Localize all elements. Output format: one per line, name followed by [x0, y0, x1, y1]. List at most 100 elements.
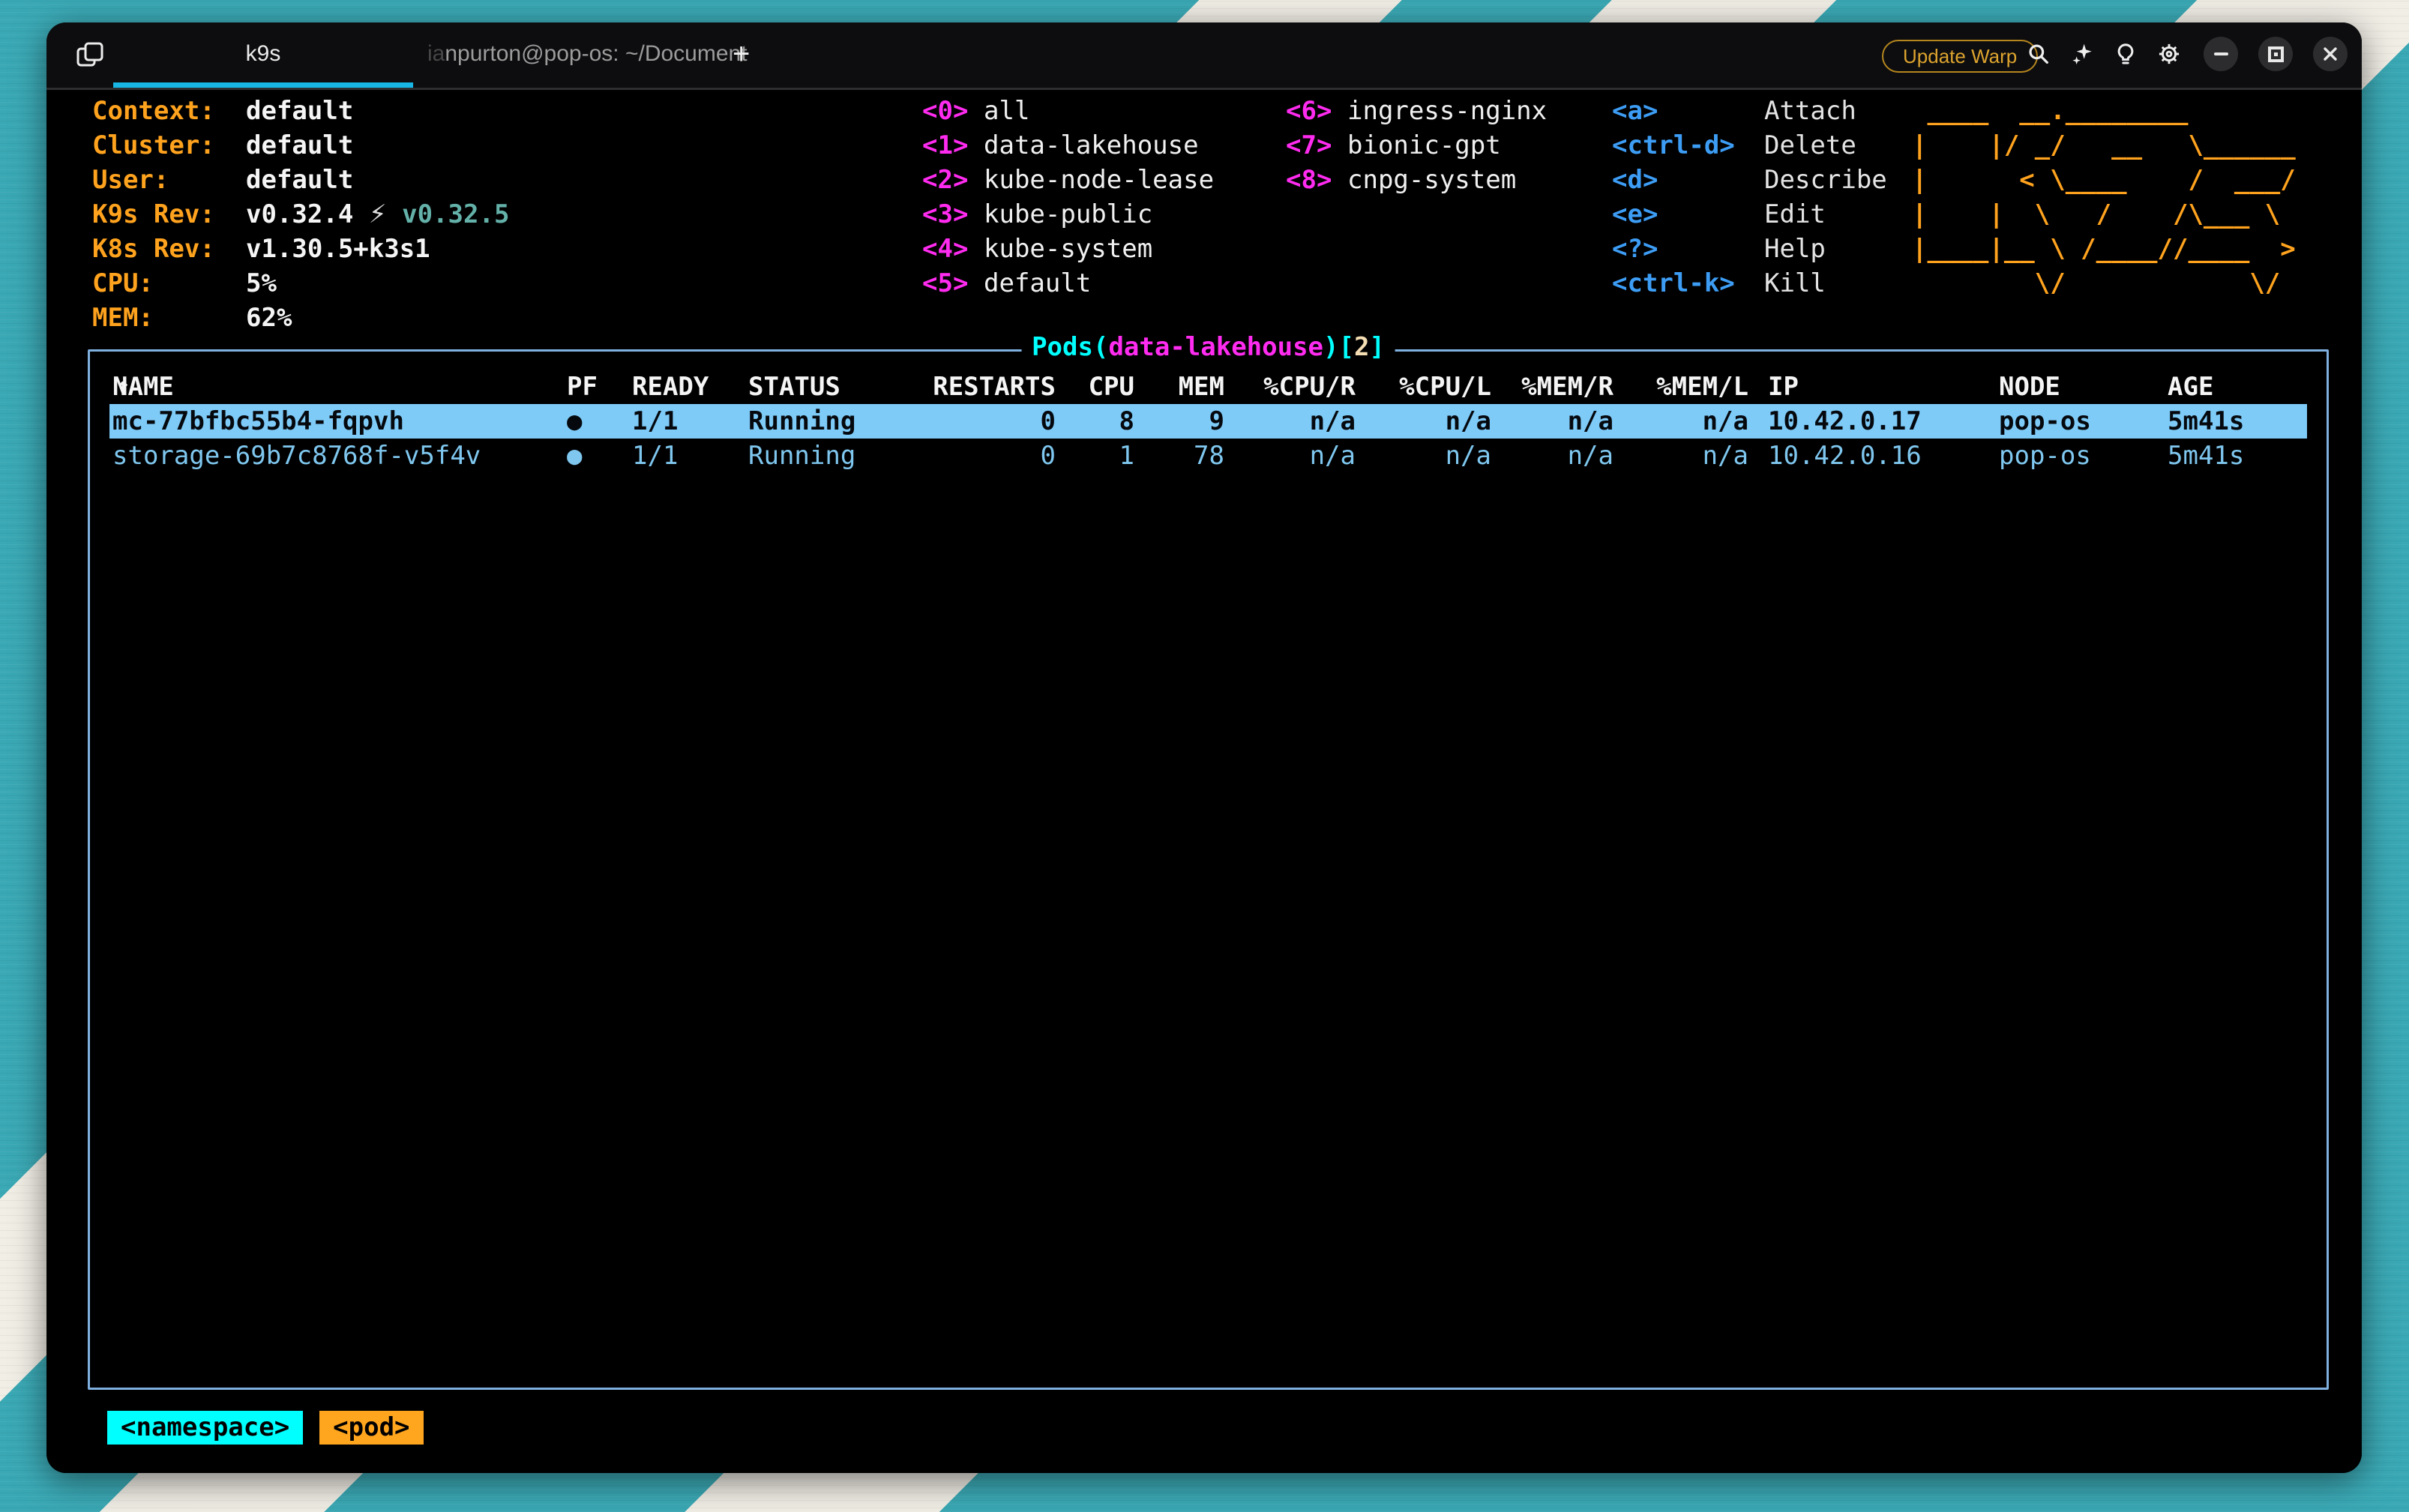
table-header-row: NAME↑ PF READY STATUS RESTARTS CPU MEM %…	[90, 370, 2327, 404]
col-status[interactable]: STATUS	[748, 370, 840, 404]
k9s-version-current: v0.32.4	[246, 199, 353, 229]
ns-name: bionic-gpt	[1347, 130, 1501, 160]
pod-status: Running	[748, 404, 855, 439]
col-restarts[interactable]: RESTARTS	[933, 370, 1056, 404]
ns-key: <7>	[1286, 128, 1347, 163]
pod-ip: 10.42.0.16	[1768, 439, 1922, 473]
pod-node: pop-os	[1999, 404, 2091, 439]
info-value: default	[246, 96, 353, 126]
pods-table: NAME↑ PF READY STATUS RESTARTS CPU MEM %…	[90, 352, 2327, 1388]
info-label: Context:	[92, 94, 246, 128]
cluster-info: Context:default Cluster:default User:def…	[92, 94, 509, 335]
info-value: v1.30.5+k3s1	[246, 234, 430, 264]
ns-name: kube-node-lease	[984, 165, 1214, 195]
ns-key: <2>	[922, 163, 984, 197]
sparkles-ai-icon[interactable]	[2069, 41, 2095, 67]
crumb-namespace: <namespace>	[107, 1411, 303, 1445]
table-row-selected[interactable]: mc-77bfbc55b4-fqpvh ● 1/1 Running 0 8 9 …	[90, 404, 2327, 439]
pod-node: pop-os	[1999, 439, 2091, 473]
tab-k9s-label: k9s	[246, 41, 281, 67]
col-age[interactable]: AGE	[2168, 370, 2213, 404]
upgrade-bolt-icon: ⚡	[369, 199, 387, 229]
namespace-shortcuts-col2: <6>ingress-nginx <7>bionic-gpt <8>cnpg-s…	[1286, 94, 1547, 197]
tab-bar: k9s ianpurton@pop-os: ~/Document + Updat…	[46, 22, 2362, 90]
maximize-button[interactable]	[2258, 37, 2293, 71]
minimize-icon	[2214, 52, 2228, 55]
k9s-version-available: v0.32.5	[402, 199, 509, 229]
pf-dot-icon: ●	[567, 439, 582, 473]
close-icon	[2321, 45, 2339, 63]
ns-name: ingress-nginx	[1347, 96, 1547, 126]
col-ip[interactable]: IP	[1768, 370, 1799, 404]
tab-k9s[interactable]: k9s	[113, 22, 413, 85]
toolbar-icons	[2026, 22, 2182, 85]
col-cpu[interactable]: CPU	[1089, 370, 1134, 404]
tab-shell[interactable]: ianpurton@pop-os: ~/Document	[427, 22, 748, 85]
shortcut-action: Edit	[1764, 199, 1826, 229]
col-pf[interactable]: PF	[567, 370, 598, 404]
update-warp-button[interactable]: Update Warp	[1882, 40, 2038, 73]
pods-panel: Pods(data-lakehouse)[2] NAME↑ PF READY S…	[88, 349, 2329, 1390]
col-node[interactable]: NODE	[1999, 370, 2060, 404]
col-mem-l[interactable]: %MEM/L	[1656, 370, 1748, 404]
col-mem[interactable]: MEM	[1179, 370, 1224, 404]
info-value: default	[246, 165, 353, 195]
lightbulb-icon[interactable]	[2113, 41, 2138, 67]
k9s-ascii-logo: ____ __.________ | |/ _/ __ \______| < \…	[1912, 94, 2296, 301]
new-tab-button[interactable]: +	[725, 22, 757, 85]
ns-name: kube-system	[984, 234, 1152, 264]
shortcut-key: <ctrl-d>	[1612, 128, 1764, 163]
pod-name: storage-69b7c8768f-v5f4v	[112, 439, 481, 473]
ns-name: cnpg-system	[1347, 165, 1516, 195]
ns-key: <8>	[1286, 163, 1347, 197]
ns-key: <5>	[922, 266, 984, 301]
gear-icon[interactable]	[2156, 41, 2182, 67]
pod-age: 5m41s	[2168, 439, 2244, 473]
window-controls	[2204, 22, 2348, 85]
active-tab-underline	[113, 82, 413, 88]
shortcut-key: <e>	[1612, 197, 1764, 232]
info-label: K8s Rev:	[92, 232, 246, 266]
shortcut-action: Describe	[1764, 165, 1887, 195]
table-row[interactable]: storage-69b7c8768f-v5f4v ● 1/1 Running 0…	[90, 439, 2327, 473]
cpu-percent: 5%	[246, 268, 277, 298]
pod-status: Running	[748, 439, 855, 473]
ns-name: default	[984, 268, 1091, 298]
pod-age: 5m41s	[2168, 404, 2244, 439]
shortcut-action: Help	[1764, 234, 1826, 264]
tab-overview-icon[interactable]	[75, 40, 106, 69]
pf-dot-icon: ●	[567, 404, 582, 439]
warp-terminal-window: k9s ianpurton@pop-os: ~/Document + Updat…	[46, 22, 2362, 1473]
ns-key: <0>	[922, 94, 984, 128]
minimize-button[interactable]	[2204, 37, 2238, 71]
info-label: Cluster:	[92, 128, 246, 163]
command-shortcuts: <a>Attach <ctrl-d>Delete <d>Describe <e>…	[1612, 94, 1887, 301]
maximize-icon	[2268, 46, 2284, 62]
k9s-terminal: Context:default Cluster:default User:def…	[46, 90, 2362, 1473]
shortcut-action: Kill	[1764, 268, 1826, 298]
ns-key: <3>	[922, 197, 984, 232]
pod-name: mc-77bfbc55b4-fqpvh	[112, 404, 404, 439]
ns-key: <1>	[922, 128, 984, 163]
shortcut-key: <a>	[1612, 94, 1764, 128]
shortcut-key: <ctrl-k>	[1612, 266, 1764, 301]
ns-name: all	[984, 96, 1029, 126]
col-ready[interactable]: READY	[632, 370, 709, 404]
col-mem-r[interactable]: %MEM/R	[1521, 370, 1613, 404]
namespace-shortcuts-col1: <0>all <1>data-lakehouse <2>kube-node-le…	[922, 94, 1214, 301]
close-button[interactable]	[2313, 37, 2348, 71]
crumb-pod: <pod>	[319, 1411, 423, 1445]
info-label: K9s Rev:	[92, 197, 246, 232]
tab-shell-label-fade: ia	[427, 41, 445, 67]
mem-percent: 62%	[246, 303, 292, 333]
ns-name: data-lakehouse	[984, 130, 1199, 160]
sort-arrow-icon: ↑	[115, 370, 130, 404]
col-cpu-l[interactable]: %CPU/L	[1399, 370, 1491, 404]
search-icon[interactable]	[2026, 41, 2051, 67]
info-label: User:	[92, 163, 246, 197]
col-cpu-r[interactable]: %CPU/R	[1263, 370, 1356, 404]
ns-name: kube-public	[984, 199, 1152, 229]
ns-key: <4>	[922, 232, 984, 266]
info-label: MEM:	[92, 301, 246, 335]
shortcut-key: <?>	[1612, 232, 1764, 266]
